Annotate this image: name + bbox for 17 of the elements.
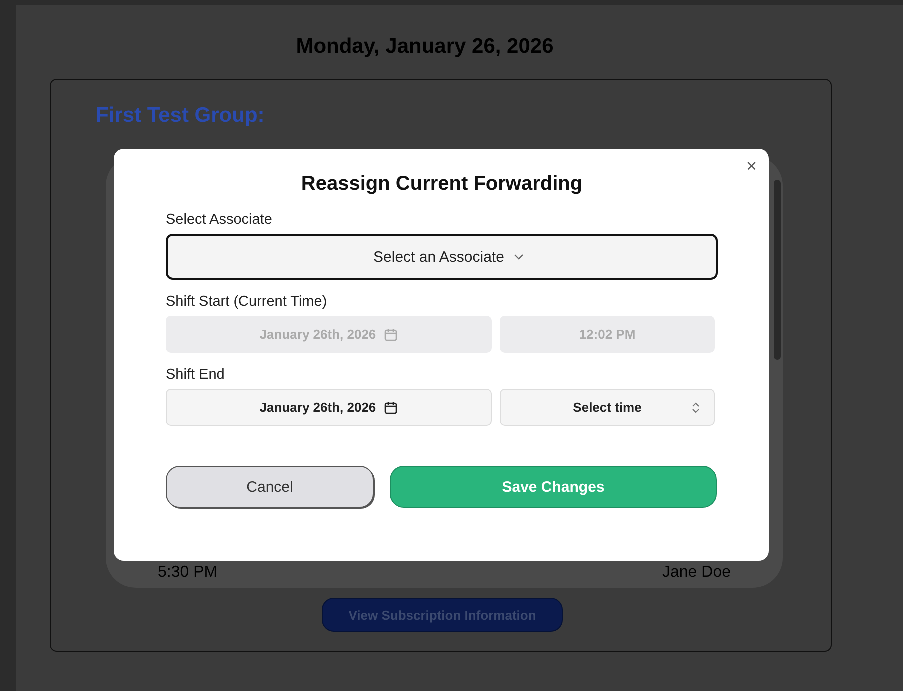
date-field[interactable]: January 26th, 2026 <box>166 389 492 426</box>
up-down-icon <box>692 402 700 414</box>
field-label: Select Associate <box>166 212 274 228</box>
group-title: First Test Group: <box>96 104 265 128</box>
calendar-icon <box>384 328 398 342</box>
scrollbar[interactable] <box>774 180 781 360</box>
time-select[interactable]: Select time <box>500 389 715 426</box>
date-heading: Monday, January 26, 2026 <box>295 35 555 59</box>
field-label: Shift Start (Current Time) <box>166 294 328 310</box>
field-label: Shift End <box>166 367 226 383</box>
dialog-title: Reassign Current Forwarding <box>300 173 584 196</box>
associate-name: Jane Doe <box>662 564 731 582</box>
cancel-button[interactable]: Cancel <box>166 466 374 508</box>
chevron-down-icon <box>514 254 524 260</box>
calendar-icon <box>384 400 398 414</box>
shift-time: 5:30 PM <box>158 564 218 582</box>
associate-select[interactable]: Select an Associate <box>166 234 718 280</box>
